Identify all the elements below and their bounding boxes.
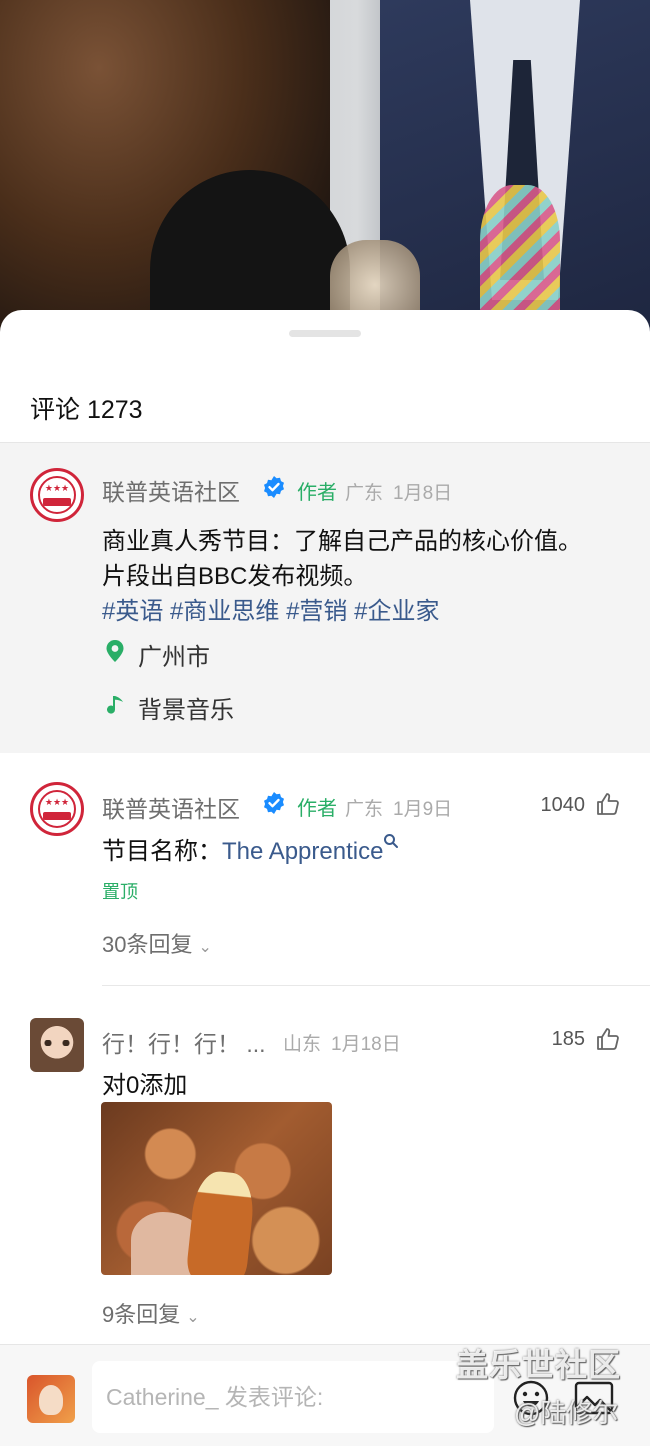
divider — [102, 985, 650, 986]
hashtag[interactable]: #英语 — [102, 598, 163, 625]
comment-location: 山东 — [283, 1034, 322, 1055]
comment-text-prefix: 节目名称： — [102, 838, 222, 865]
view-replies-button[interactable]: 9条回复 ⌄ — [102, 1297, 200, 1329]
comment-input[interactable] — [92, 1361, 494, 1433]
comment-date: 1月18日 — [331, 1034, 401, 1055]
comment-text: 节目名称：The Apprentice — [102, 831, 399, 866]
author-avatar[interactable]: ★★★ — [30, 468, 84, 522]
replies-count: 30条回复 — [102, 932, 193, 957]
location-pin-icon — [106, 640, 124, 662]
commenter-name[interactable]: 联普英语社区 — [102, 790, 240, 824]
search-icon[interactable] — [383, 833, 399, 849]
view-replies-button[interactable]: 30条回复 ⌄ — [102, 927, 212, 959]
author-name[interactable]: 联普英语社区 — [102, 473, 240, 507]
background-music-link[interactable]: 背景音乐 — [138, 690, 234, 725]
comment-location: 广东 — [345, 799, 384, 820]
replies-count: 9条回复 — [102, 1302, 181, 1327]
pinned-label: 置顶 — [102, 882, 138, 902]
chevron-down-icon: ⌄ — [198, 939, 212, 956]
post-location: 广东 — [345, 483, 384, 504]
post-text-line-1: 商业真人秀节目：了解自己产品的核心价值。 — [102, 528, 582, 555]
author-tag: 作者 — [297, 482, 337, 504]
comments-sheet: 评论 1273 ★★★ 联普英语社区 作者 广东 1月8日 商业真人秀节目：了解… — [0, 310, 650, 1446]
post-description: ★★★ 联普英语社区 作者 广东 1月8日 商业真人秀节目：了解自己产品的核心价… — [0, 443, 650, 753]
my-avatar — [27, 1375, 75, 1423]
author-tag: 作者 — [297, 798, 337, 820]
video-player[interactable] — [0, 0, 650, 340]
comment-date: 1月9日 — [393, 799, 453, 820]
post-text-line-2: 片段出自BBC发布视频。 — [102, 563, 368, 590]
comment-image[interactable] — [101, 1102, 332, 1275]
comments-title: 评论 1273 — [30, 396, 143, 424]
post-date: 1月8日 — [393, 483, 453, 504]
commenter-avatar[interactable] — [30, 1018, 84, 1072]
hashtag[interactable]: #商业思维 — [170, 598, 279, 625]
chevron-down-icon: ⌄ — [186, 1309, 200, 1326]
image-food — [185, 1169, 257, 1275]
search-link[interactable]: The Apprentice — [222, 838, 383, 865]
verified-badge-icon — [264, 476, 284, 498]
verified-badge-icon — [264, 792, 284, 814]
hashtag[interactable]: #企业家 — [354, 598, 439, 625]
thumbs-up-icon[interactable] — [595, 791, 621, 817]
commenter-name[interactable]: 行！行！行！ ... — [102, 1025, 266, 1059]
watermark-text: 盖乐世社区 — [456, 1347, 622, 1383]
watermark-handle: @陆修尔 — [514, 1398, 619, 1428]
drag-handle[interactable] — [289, 330, 361, 337]
location-link[interactable]: 广州市 — [138, 637, 210, 672]
like-count: 185 — [551, 1028, 585, 1050]
hashtag-list: #英语 #商业思维 #营销 #企业家 — [102, 591, 439, 626]
music-note-icon — [107, 696, 123, 714]
video-frame-candy-jar — [480, 185, 560, 325]
thumbs-up-icon[interactable] — [595, 1026, 621, 1052]
comment-text: 对0添加 — [102, 1072, 188, 1099]
commenter-avatar[interactable]: ★★★ — [30, 782, 84, 836]
hashtag[interactable]: #营销 — [286, 598, 347, 625]
like-count: 1040 — [540, 794, 586, 816]
